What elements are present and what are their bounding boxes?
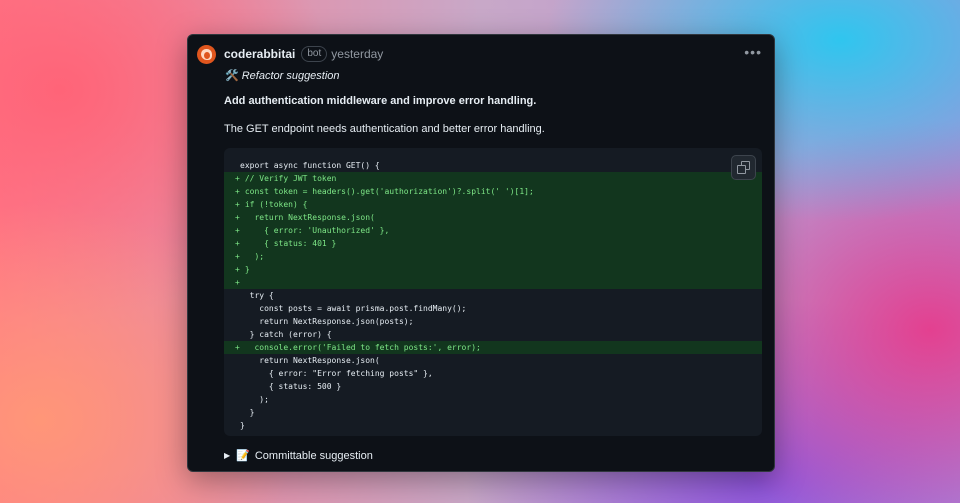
code-line-text: return NextResponse.json( bbox=[240, 356, 380, 365]
code-diff-block: export async function GET() { // Verify … bbox=[224, 148, 762, 436]
code-line-text: ); bbox=[240, 395, 269, 404]
author-name[interactable]: coderabbitai bbox=[224, 47, 295, 61]
hammer-wrench-icon: 🛠️ bbox=[225, 70, 239, 82]
code-line-added: ); bbox=[224, 250, 762, 263]
code-line-text: const token = headers().get('authorizati… bbox=[240, 187, 534, 196]
suggestion-title: 🛠️ Refactor suggestion bbox=[225, 69, 340, 82]
code-line: ); bbox=[224, 393, 762, 406]
code-line-added bbox=[224, 276, 762, 289]
code-line-added: if (!token) { bbox=[224, 198, 762, 211]
code-line: } catch (error) { bbox=[224, 328, 762, 341]
code-line-added: { error: 'Unauthorized' }, bbox=[224, 224, 762, 237]
code-lines: export async function GET() { // Verify … bbox=[224, 159, 762, 432]
code-line-added: } bbox=[224, 263, 762, 276]
code-line: return NextResponse.json(posts); bbox=[224, 315, 762, 328]
review-comment-card: coderabbitai bot yesterday ••• 🛠️ Refacto… bbox=[187, 34, 775, 472]
code-line: { status: 500 } bbox=[224, 380, 762, 393]
code-line-text: } bbox=[240, 408, 255, 417]
code-line-text: // Verify JWT token bbox=[240, 174, 337, 183]
code-line-text: ); bbox=[240, 252, 265, 261]
code-line-text: try { bbox=[240, 291, 274, 300]
more-options-icon[interactable]: ••• bbox=[744, 45, 762, 59]
code-line: } bbox=[224, 406, 762, 419]
code-line-added: const token = headers().get('authorizati… bbox=[224, 185, 762, 198]
coderabbit-avatar-icon[interactable] bbox=[197, 44, 216, 64]
code-line-text: const posts = await prisma.post.findMany… bbox=[240, 304, 467, 313]
code-line-text: { error: "Error fetching posts" }, bbox=[240, 369, 433, 378]
code-line-text: } bbox=[240, 421, 245, 430]
code-line-added: // Verify JWT token bbox=[224, 172, 762, 185]
code-line-text: return NextResponse.json(posts); bbox=[240, 317, 414, 326]
suggestion-title-text: Refactor suggestion bbox=[241, 70, 340, 82]
copy-code-button[interactable] bbox=[731, 155, 756, 180]
code-line-text: console.error('Failed to fetch posts:', … bbox=[240, 343, 481, 352]
disclosure-triangle-icon: ▶ bbox=[224, 451, 231, 460]
comment-timestamp[interactable]: yesterday bbox=[331, 47, 383, 61]
code-line-text: { error: 'Unauthorized' }, bbox=[240, 226, 390, 235]
code-line-added: console.error('Failed to fetch posts:', … bbox=[224, 341, 762, 354]
code-line: const posts = await prisma.post.findMany… bbox=[224, 302, 762, 315]
code-line-text: export async function GET() { bbox=[240, 161, 380, 170]
committable-suggestion-toggle[interactable]: ▶ 📝 Committable suggestion bbox=[224, 449, 373, 463]
code-line: try { bbox=[224, 289, 762, 302]
code-line-text: { status: 401 } bbox=[240, 239, 337, 248]
comment-header: coderabbitai bot yesterday bbox=[197, 44, 383, 64]
suggestion-headline: Add authentication middleware and improv… bbox=[224, 95, 537, 107]
code-line: } bbox=[224, 419, 762, 432]
code-line: export async function GET() { bbox=[224, 159, 762, 172]
code-line-text: } catch (error) { bbox=[240, 330, 332, 339]
suggestion-description: The GET endpoint needs authentication an… bbox=[224, 123, 545, 135]
copy-icon-back bbox=[737, 165, 746, 174]
committable-suggestion-label: Committable suggestion bbox=[254, 449, 373, 462]
code-line-added: { status: 401 } bbox=[224, 237, 762, 250]
code-line-text: { status: 500 } bbox=[240, 382, 342, 391]
code-line: return NextResponse.json( bbox=[224, 354, 762, 367]
code-line-text: if (!token) { bbox=[240, 200, 308, 209]
code-line: { error: "Error fetching posts" }, bbox=[224, 367, 762, 380]
code-line-added: return NextResponse.json( bbox=[224, 211, 762, 224]
bot-badge: bot bbox=[301, 46, 328, 62]
code-line-text: } bbox=[240, 265, 250, 274]
memo-icon: 📝 bbox=[236, 450, 250, 462]
code-line-text: return NextResponse.json( bbox=[240, 213, 375, 222]
